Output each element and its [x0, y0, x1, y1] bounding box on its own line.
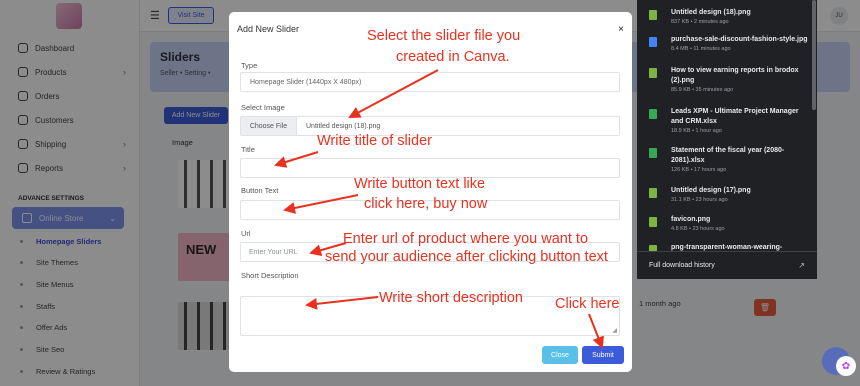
download-meta: 837 KB • 2 minutes ago — [671, 19, 729, 25]
open-external-icon: ↗ — [798, 261, 805, 270]
download-meta: 4.8 KB • 23 hours ago — [671, 226, 725, 232]
image-file-icon — [649, 37, 657, 47]
close-icon[interactable]: × — [618, 24, 624, 35]
assistant-icon[interactable]: ✿ — [836, 356, 856, 376]
download-item[interactable]: How to view earning reports in brodox (2… — [649, 66, 811, 93]
full-download-history-link[interactable]: Full download history ↗ — [637, 251, 817, 279]
download-meta: 8.4 MB • 11 minutes ago — [671, 46, 731, 52]
annotation-click-here: Click here — [555, 296, 620, 312]
download-name: Untitled design (17).png — [671, 187, 751, 194]
download-name: Statement of the fiscal year (2080-2081)… — [671, 147, 785, 164]
download-meta: 31.1 KB • 23 hours ago — [671, 197, 728, 203]
annotation-button-text-2: click here, buy now — [364, 196, 488, 212]
download-item[interactable]: favicon.png 4.8 KB • 23 hours ago — [649, 215, 811, 232]
download-meta: 126 KB • 17 hours ago — [671, 167, 727, 173]
annotation-write-title: Write title of slider — [317, 133, 432, 149]
download-item[interactable]: Statement of the fiscal year (2080-2081)… — [649, 146, 811, 173]
url-placeholder: Enter Your URL — [249, 248, 298, 256]
close-button[interactable]: Close — [542, 346, 578, 364]
spreadsheet-file-icon — [649, 148, 657, 158]
file-name: Untitled design (18).png — [306, 122, 381, 130]
download-meta: 85.9 KB • 35 minutes ago — [671, 87, 734, 93]
image-file-icon — [649, 188, 657, 198]
downloads-scrollbar[interactable] — [812, 0, 816, 110]
image-file-icon — [649, 68, 657, 78]
spreadsheet-file-icon — [649, 109, 657, 119]
annotation-short-description: Write short description — [379, 290, 523, 306]
download-name: purchase-sale-discount-fashion-style.jpg — [671, 36, 808, 43]
image-file-icon — [649, 217, 657, 227]
annotation-url-1: Enter url of product where you want to — [343, 231, 589, 247]
submit-button[interactable]: Submit — [582, 346, 624, 364]
download-name: How to view earning reports in brodox (2… — [671, 67, 799, 84]
resize-handle-icon[interactable]: ◢ — [612, 327, 617, 334]
download-item[interactable]: Untitled design (18).png 837 KB • 2 minut… — [649, 8, 811, 25]
download-item[interactable]: purchase-sale-discount-fashion-style.jpg… — [649, 35, 811, 52]
download-name: Leads XPM - Ultimate Project Manager and… — [671, 108, 799, 125]
type-select[interactable]: Homepage Slider (1440px X 480px) — [240, 72, 620, 92]
title-label: Title — [241, 145, 255, 154]
annotation-select-file-1: Select the slider file you — [367, 28, 521, 44]
url-label: Url — [241, 229, 251, 238]
download-item[interactable]: Leads XPM - Ultimate Project Manager and… — [649, 107, 811, 134]
choose-file-button[interactable]: Choose File — [241, 117, 297, 135]
download-name: favicon.png — [671, 216, 711, 223]
short-description-label: Short Description — [241, 271, 299, 280]
downloads-panel: Untitled design (18).png 837 KB • 2 minut… — [637, 0, 817, 279]
select-image-label: Select Image — [241, 103, 285, 112]
annotation-button-text-1: Write button text like — [354, 176, 486, 192]
type-select-value: Homepage Slider (1440px X 480px) — [250, 78, 362, 86]
image-file-icon — [649, 10, 657, 20]
download-meta: 18.9 KB • 1 hour ago — [671, 128, 722, 134]
download-name: Untitled design (18).png — [671, 9, 751, 16]
type-label: Type — [241, 61, 258, 70]
button-text-label: Button Text — [241, 186, 279, 195]
download-history-label: Full download history — [649, 262, 715, 269]
annotation-select-file-2: created in Canva. — [396, 49, 510, 65]
annotation-url-2: send your audience after clicking button… — [325, 249, 608, 265]
modal-title: Add New Slider — [237, 24, 300, 34]
download-item[interactable]: Untitled design (17).png 31.1 KB • 23 hou… — [649, 186, 811, 203]
